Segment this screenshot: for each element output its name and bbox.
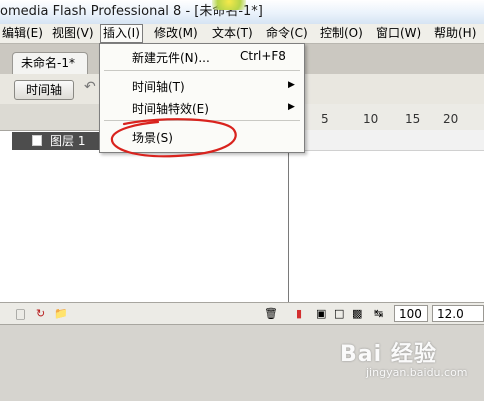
frame-row[interactable] (289, 130, 484, 151)
layer-name: 图层 1 (50, 134, 86, 148)
menu-view[interactable]: 视图(V) (50, 24, 96, 43)
menu-insert[interactable]: 插入(I) (100, 24, 143, 43)
modify-markers-icon[interactable]: ↹ (374, 307, 383, 320)
watermark-brand: Bai 经验 (340, 342, 437, 367)
onion-skin-icon[interactable]: ▣ (316, 307, 326, 320)
menu-window[interactable]: 窗口(W) (374, 24, 423, 43)
frames-panel: 5 10 15 20 (289, 104, 484, 324)
menu-item-timeline[interactable]: 时间轴(T) (132, 78, 185, 95)
frame-rate-field[interactable]: 12.0 fps (432, 305, 484, 338)
new-symbol-shortcut: Ctrl+F8 (240, 49, 286, 63)
playhead-icon[interactable]: ▮ (296, 307, 302, 320)
timeline-toggle-button[interactable]: 时间轴 (14, 80, 74, 100)
onion-skin-outline-icon[interactable]: □ (334, 307, 344, 320)
document-tab[interactable]: 未命名-1* (12, 52, 88, 74)
back-arrow-icon[interactable]: ↶ (84, 79, 96, 95)
menu-item-timeline-effects[interactable]: 时间轴特效(E) (132, 100, 209, 117)
ruler-tick: 20 (443, 112, 459, 126)
menu-item-new-symbol[interactable]: 新建元件(N)... (132, 49, 210, 66)
edit-multiple-frames-icon[interactable]: ▩ (352, 307, 362, 320)
ruler-tick: 15 (405, 112, 421, 126)
title-bar: omedia Flash Professional 8 - [未命名-1*] (0, 0, 484, 24)
menu-separator (104, 70, 300, 71)
menu-item-scene[interactable]: 场景(S) (132, 129, 173, 146)
frame-ruler[interactable]: 5 10 15 20 (289, 104, 484, 131)
insert-menu-dropdown: 新建元件(N)... Ctrl+F8 时间轴(T) ▶ 时间轴特效(E) ▶ 场… (99, 43, 305, 153)
menu-commands[interactable]: 命令(C) (264, 24, 310, 43)
submenu-arrow-icon: ▶ (288, 102, 295, 112)
add-motion-guide-icon[interactable]: ↻ (36, 307, 45, 320)
menu-edit[interactable]: 编辑(E) (0, 24, 45, 43)
insert-folder-icon[interactable]: 📁 (54, 307, 68, 320)
menu-help[interactable]: 帮助(H) (432, 24, 478, 43)
ruler-tick: 10 (363, 112, 379, 126)
layer-icon (32, 135, 42, 146)
trash-icon[interactable]: 🗑 (264, 307, 278, 320)
watermark: Bai 经验 jingyan.baidu.com (340, 336, 480, 384)
current-frame-field[interactable]: 100 (394, 305, 428, 322)
menu-text[interactable]: 文本(T) (210, 24, 255, 43)
submenu-arrow-icon: ▶ (288, 80, 295, 90)
menu-bar: 编辑(E) 视图(V) 插入(I) 修改(M) 文本(T) 命令(C) 控制(O… (0, 24, 484, 44)
ruler-tick: 5 (321, 112, 329, 126)
menu-separator (104, 120, 300, 121)
title-glow-icon (212, 0, 246, 10)
menu-control[interactable]: 控制(O) (318, 24, 365, 43)
timeline-bottom-bar: 🗌 ↻ 📁 🗑 ▮ ▣ □ ▩ ↹ 100 12.0 fps (0, 302, 484, 338)
watermark-site: jingyan.baidu.com (366, 366, 468, 379)
menu-modify[interactable]: 修改(M) (152, 24, 200, 43)
